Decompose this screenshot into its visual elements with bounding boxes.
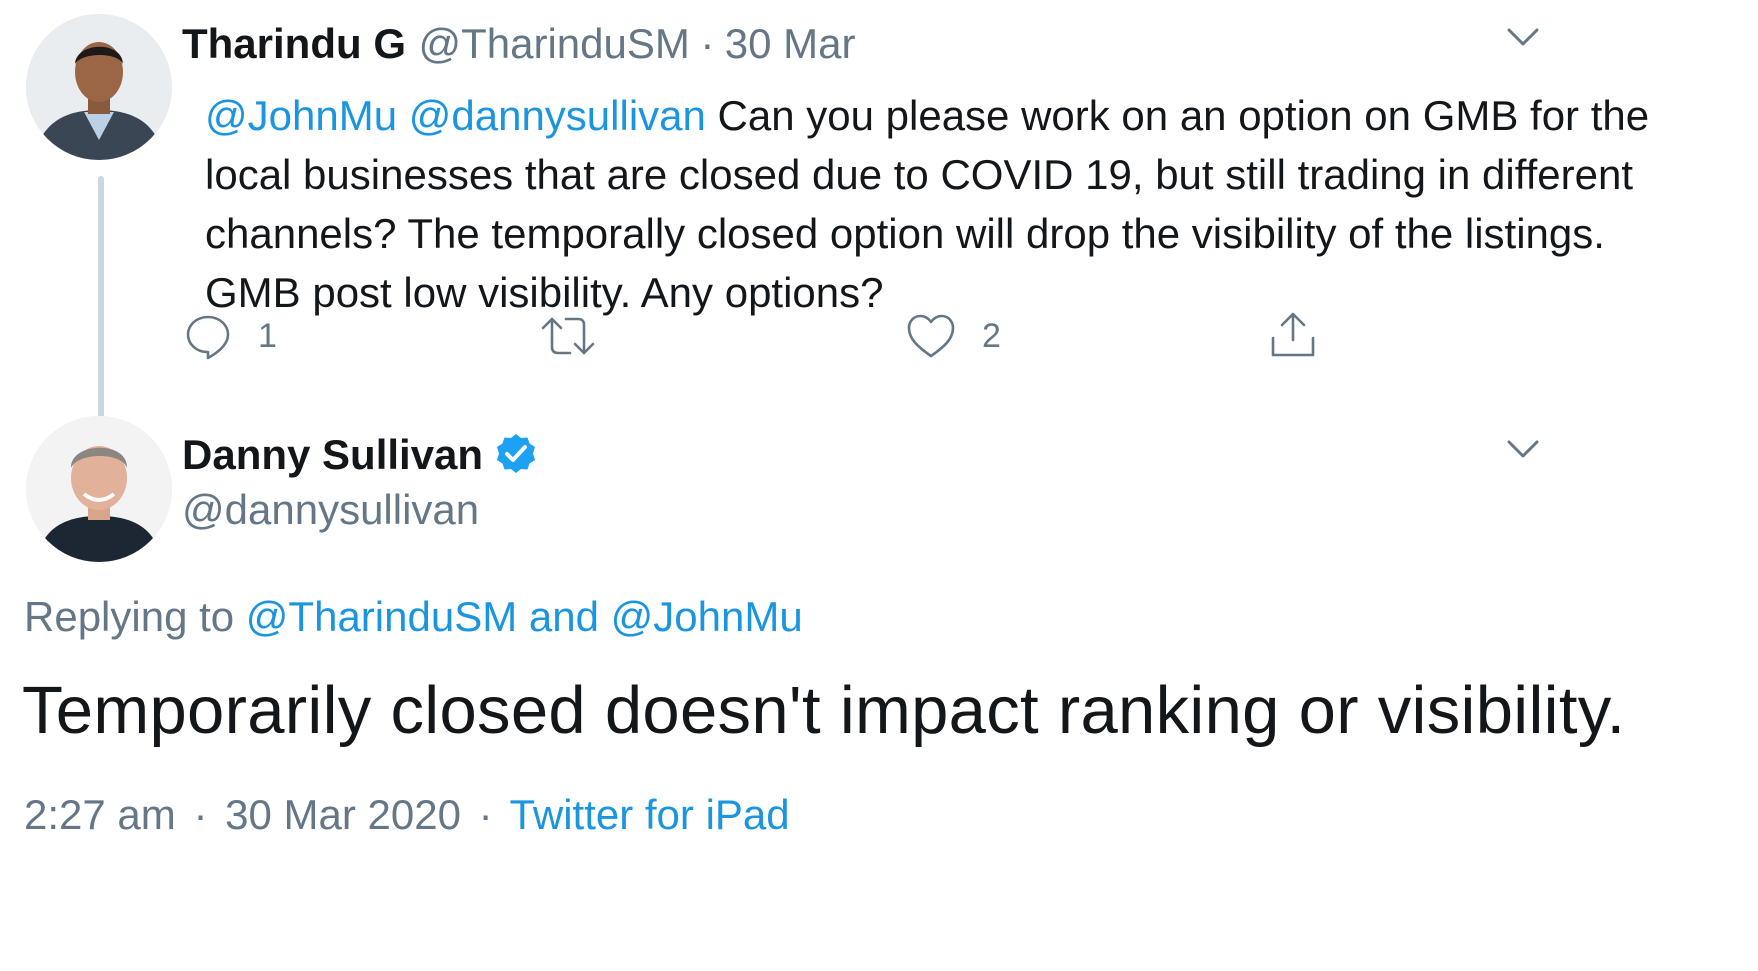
share-icon <box>1271 312 1315 357</box>
replying-to-line: Replying to @TharinduSM and @JohnMu <box>24 593 803 641</box>
tweet2-handle[interactable]: @dannysullivan <box>182 486 479 534</box>
tweet1-more-button[interactable] <box>1500 20 1546 55</box>
chevron-down-icon <box>1507 28 1539 46</box>
tweet1-header: Tharindu G @TharinduSM · 30 Mar <box>182 20 855 68</box>
thread-connector-line <box>98 176 104 452</box>
tweet1-date[interactable]: 30 Mar <box>725 20 856 67</box>
tweet2-text: Temporarily closed doesn't impact rankin… <box>22 673 1626 748</box>
tweet2-meta-separator-2: · <box>478 791 493 838</box>
like-icon <box>907 314 955 358</box>
tweet2-more-button[interactable] <box>1500 432 1546 467</box>
avatar-danny-image <box>26 416 172 562</box>
avatar-tharindu[interactable] <box>26 14 172 160</box>
tweet2-date[interactable]: 30 Mar 2020 <box>225 791 461 838</box>
like-button[interactable]: 2 <box>906 312 1001 360</box>
retweet-icon <box>541 317 595 355</box>
tweet1-body: @JohnMu @dannysullivan Can you please wo… <box>205 86 1705 322</box>
share-button[interactable] <box>1268 310 1318 365</box>
tweet2-time[interactable]: 2:27 am <box>24 791 176 838</box>
replying-to-tharindusm[interactable]: @TharinduSM <box>246 593 517 640</box>
tweet2-meta-separator-1: · <box>193 791 208 838</box>
tweet2-display-name[interactable]: Danny Sullivan <box>182 431 483 479</box>
verified-badge-icon <box>497 434 536 473</box>
tweet2-meta: 2:27 am · 30 Mar 2020 · Twitter for iPad <box>24 791 790 839</box>
tweet1-header-separator: · <box>700 20 715 67</box>
tweet2-name-row: Danny Sullivan <box>182 431 539 479</box>
reply-button[interactable]: 1 <box>184 312 277 360</box>
retweet-button[interactable] <box>540 312 622 360</box>
tweet2-source-link[interactable]: Twitter for iPad <box>510 791 790 838</box>
replying-to-johnmu[interactable]: @JohnMu <box>611 593 803 640</box>
reply-count: 1 <box>258 316 277 355</box>
tweet1-handle[interactable]: @TharinduSM <box>418 20 689 67</box>
tweet1-display-name[interactable]: Tharindu G <box>182 20 406 67</box>
replying-to-conjunction[interactable]: and <box>529 593 599 640</box>
avatar-danny[interactable] <box>26 416 172 562</box>
replying-to-label: Replying to <box>24 593 235 640</box>
like-count: 2 <box>982 316 1001 355</box>
chevron-down-icon <box>1507 440 1539 458</box>
tweet1-mention-johnmu[interactable]: @JohnMu <box>205 92 397 139</box>
avatar-tharindu-image <box>26 14 172 160</box>
tweet1-mention-dannysullivan[interactable]: @dannysullivan <box>409 92 706 139</box>
reply-icon <box>186 315 230 360</box>
